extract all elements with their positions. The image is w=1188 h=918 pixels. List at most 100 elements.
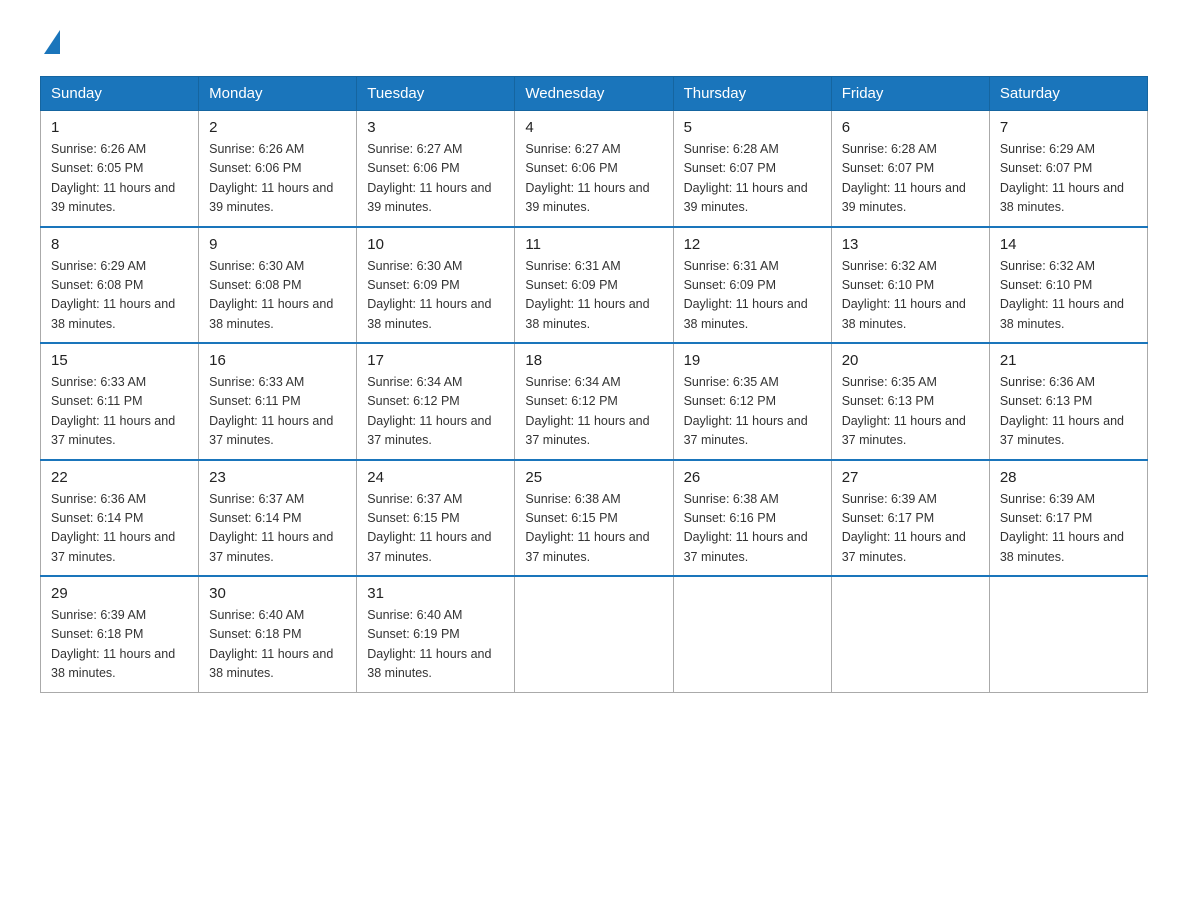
day-info: Sunrise: 6:35 AMSunset: 6:12 PMDaylight:… bbox=[684, 373, 821, 451]
day-info: Sunrise: 6:30 AMSunset: 6:09 PMDaylight:… bbox=[367, 257, 504, 335]
day-info: Sunrise: 6:27 AMSunset: 6:06 PMDaylight:… bbox=[367, 140, 504, 218]
day-info: Sunrise: 6:37 AMSunset: 6:14 PMDaylight:… bbox=[209, 490, 346, 568]
day-number: 27 bbox=[842, 469, 979, 486]
calendar-cell: 31Sunrise: 6:40 AMSunset: 6:19 PMDayligh… bbox=[357, 576, 515, 692]
calendar-cell: 30 Sunrise: 6:40 AMSunset: 6:18 PMDayligh… bbox=[199, 576, 357, 692]
calendar-cell: 6 Sunrise: 6:28 AMSunset: 6:07 PMDaylight… bbox=[831, 111, 989, 227]
day-number: 16 bbox=[209, 352, 346, 369]
calendar-cell: 10 Sunrise: 6:30 AMSunset: 6:09 PMDayligh… bbox=[357, 227, 515, 344]
day-info: Sunrise: 6:34 AMSunset: 6:12 PMDaylight:… bbox=[367, 373, 504, 451]
calendar-cell: 18 Sunrise: 6:34 AMSunset: 6:12 PMDayligh… bbox=[515, 343, 673, 460]
calendar-cell: 15 Sunrise: 6:33 AMSunset: 6:11 PMDayligh… bbox=[41, 343, 199, 460]
day-number: 30 bbox=[209, 585, 346, 602]
day-number: 8 bbox=[51, 236, 188, 253]
day-number: 18 bbox=[525, 352, 662, 369]
calendar-cell: 13Sunrise: 6:32 AMSunset: 6:10 PMDayligh… bbox=[831, 227, 989, 344]
day-info: Sunrise: 6:28 AMSunset: 6:07 PMDaylight:… bbox=[684, 140, 821, 218]
day-info: Sunrise: 6:38 AMSunset: 6:15 PMDaylight:… bbox=[525, 490, 662, 568]
day-info: Sunrise: 6:29 AMSunset: 6:07 PMDaylight:… bbox=[1000, 140, 1137, 218]
calendar-cell: 23 Sunrise: 6:37 AMSunset: 6:14 PMDayligh… bbox=[199, 460, 357, 577]
calendar-header-row: SundayMondayTuesdayWednesdayThursdayFrid… bbox=[41, 77, 1148, 111]
calendar-week-row-4: 22 Sunrise: 6:36 AMSunset: 6:14 PMDayligh… bbox=[41, 460, 1148, 577]
calendar-cell bbox=[515, 576, 673, 692]
calendar-cell: 28Sunrise: 6:39 AMSunset: 6:17 PMDayligh… bbox=[989, 460, 1147, 577]
calendar-cell: 25 Sunrise: 6:38 AMSunset: 6:15 PMDayligh… bbox=[515, 460, 673, 577]
calendar-week-row-1: 1 Sunrise: 6:26 AMSunset: 6:05 PMDaylight… bbox=[41, 111, 1148, 227]
calendar-cell: 11 Sunrise: 6:31 AMSunset: 6:09 PMDayligh… bbox=[515, 227, 673, 344]
calendar-cell: 4Sunrise: 6:27 AMSunset: 6:06 PMDaylight… bbox=[515, 111, 673, 227]
day-number: 20 bbox=[842, 352, 979, 369]
day-info: Sunrise: 6:34 AMSunset: 6:12 PMDaylight:… bbox=[525, 373, 662, 451]
day-info: Sunrise: 6:40 AMSunset: 6:19 PMDaylight:… bbox=[367, 606, 504, 684]
day-info: Sunrise: 6:33 AMSunset: 6:11 PMDaylight:… bbox=[51, 373, 188, 451]
day-number: 28 bbox=[1000, 469, 1137, 486]
calendar-cell: 19 Sunrise: 6:35 AMSunset: 6:12 PMDayligh… bbox=[673, 343, 831, 460]
day-info: Sunrise: 6:31 AMSunset: 6:09 PMDaylight:… bbox=[684, 257, 821, 335]
day-number: 12 bbox=[684, 236, 821, 253]
day-info: Sunrise: 6:36 AMSunset: 6:14 PMDaylight:… bbox=[51, 490, 188, 568]
day-info: Sunrise: 6:32 AMSunset: 6:10 PMDaylight:… bbox=[1000, 257, 1137, 335]
day-info: Sunrise: 6:28 AMSunset: 6:07 PMDaylight:… bbox=[842, 140, 979, 218]
calendar-header-wednesday: Wednesday bbox=[515, 77, 673, 111]
calendar-cell: 9Sunrise: 6:30 AMSunset: 6:08 PMDaylight… bbox=[199, 227, 357, 344]
day-info: Sunrise: 6:35 AMSunset: 6:13 PMDaylight:… bbox=[842, 373, 979, 451]
calendar-table: SundayMondayTuesdayWednesdayThursdayFrid… bbox=[40, 76, 1148, 693]
calendar-header-monday: Monday bbox=[199, 77, 357, 111]
day-number: 26 bbox=[684, 469, 821, 486]
day-number: 22 bbox=[51, 469, 188, 486]
day-number: 6 bbox=[842, 119, 979, 136]
day-info: Sunrise: 6:40 AMSunset: 6:18 PMDaylight:… bbox=[209, 606, 346, 684]
calendar-cell bbox=[831, 576, 989, 692]
day-number: 13 bbox=[842, 236, 979, 253]
day-number: 3 bbox=[367, 119, 504, 136]
calendar-cell bbox=[673, 576, 831, 692]
calendar-cell: 29 Sunrise: 6:39 AMSunset: 6:18 PMDayligh… bbox=[41, 576, 199, 692]
calendar-cell bbox=[989, 576, 1147, 692]
day-info: Sunrise: 6:27 AMSunset: 6:06 PMDaylight:… bbox=[525, 140, 662, 218]
day-info: Sunrise: 6:30 AMSunset: 6:08 PMDaylight:… bbox=[209, 257, 346, 335]
day-info: Sunrise: 6:39 AMSunset: 6:18 PMDaylight:… bbox=[51, 606, 188, 684]
day-number: 11 bbox=[525, 236, 662, 253]
day-info: Sunrise: 6:26 AMSunset: 6:05 PMDaylight:… bbox=[51, 140, 188, 218]
day-number: 15 bbox=[51, 352, 188, 369]
day-info: Sunrise: 6:31 AMSunset: 6:09 PMDaylight:… bbox=[525, 257, 662, 335]
day-number: 17 bbox=[367, 352, 504, 369]
day-info: Sunrise: 6:29 AMSunset: 6:08 PMDaylight:… bbox=[51, 257, 188, 335]
calendar-header-thursday: Thursday bbox=[673, 77, 831, 111]
calendar-cell: 5 Sunrise: 6:28 AMSunset: 6:07 PMDaylight… bbox=[673, 111, 831, 227]
calendar-week-row-2: 8 Sunrise: 6:29 AMSunset: 6:08 PMDaylight… bbox=[41, 227, 1148, 344]
calendar-header-tuesday: Tuesday bbox=[357, 77, 515, 111]
calendar-cell: 20 Sunrise: 6:35 AMSunset: 6:13 PMDayligh… bbox=[831, 343, 989, 460]
logo bbox=[40, 30, 60, 56]
day-number: 14 bbox=[1000, 236, 1137, 253]
day-number: 24 bbox=[367, 469, 504, 486]
day-number: 5 bbox=[684, 119, 821, 136]
day-number: 10 bbox=[367, 236, 504, 253]
day-info: Sunrise: 6:36 AMSunset: 6:13 PMDaylight:… bbox=[1000, 373, 1137, 451]
calendar-week-row-3: 15 Sunrise: 6:33 AMSunset: 6:11 PMDayligh… bbox=[41, 343, 1148, 460]
calendar-cell: 27 Sunrise: 6:39 AMSunset: 6:17 PMDayligh… bbox=[831, 460, 989, 577]
calendar-cell: 8 Sunrise: 6:29 AMSunset: 6:08 PMDaylight… bbox=[41, 227, 199, 344]
calendar-cell: 21Sunrise: 6:36 AMSunset: 6:13 PMDayligh… bbox=[989, 343, 1147, 460]
day-info: Sunrise: 6:26 AMSunset: 6:06 PMDaylight:… bbox=[209, 140, 346, 218]
day-info: Sunrise: 6:39 AMSunset: 6:17 PMDaylight:… bbox=[842, 490, 979, 568]
calendar-cell: 16Sunrise: 6:33 AMSunset: 6:11 PMDayligh… bbox=[199, 343, 357, 460]
calendar-header-sunday: Sunday bbox=[41, 77, 199, 111]
calendar-header-friday: Friday bbox=[831, 77, 989, 111]
day-number: 1 bbox=[51, 119, 188, 136]
calendar-header-saturday: Saturday bbox=[989, 77, 1147, 111]
calendar-week-row-5: 29 Sunrise: 6:39 AMSunset: 6:18 PMDayligh… bbox=[41, 576, 1148, 692]
calendar-cell: 22 Sunrise: 6:36 AMSunset: 6:14 PMDayligh… bbox=[41, 460, 199, 577]
calendar-cell: 1 Sunrise: 6:26 AMSunset: 6:05 PMDaylight… bbox=[41, 111, 199, 227]
day-number: 29 bbox=[51, 585, 188, 602]
calendar-cell: 3 Sunrise: 6:27 AMSunset: 6:06 PMDaylight… bbox=[357, 111, 515, 227]
day-number: 19 bbox=[684, 352, 821, 369]
calendar-cell: 7 Sunrise: 6:29 AMSunset: 6:07 PMDaylight… bbox=[989, 111, 1147, 227]
day-number: 2 bbox=[209, 119, 346, 136]
calendar-cell: 24Sunrise: 6:37 AMSunset: 6:15 PMDayligh… bbox=[357, 460, 515, 577]
day-number: 23 bbox=[209, 469, 346, 486]
day-info: Sunrise: 6:38 AMSunset: 6:16 PMDaylight:… bbox=[684, 490, 821, 568]
day-number: 7 bbox=[1000, 119, 1137, 136]
calendar-cell: 14 Sunrise: 6:32 AMSunset: 6:10 PMDayligh… bbox=[989, 227, 1147, 344]
day-number: 25 bbox=[525, 469, 662, 486]
